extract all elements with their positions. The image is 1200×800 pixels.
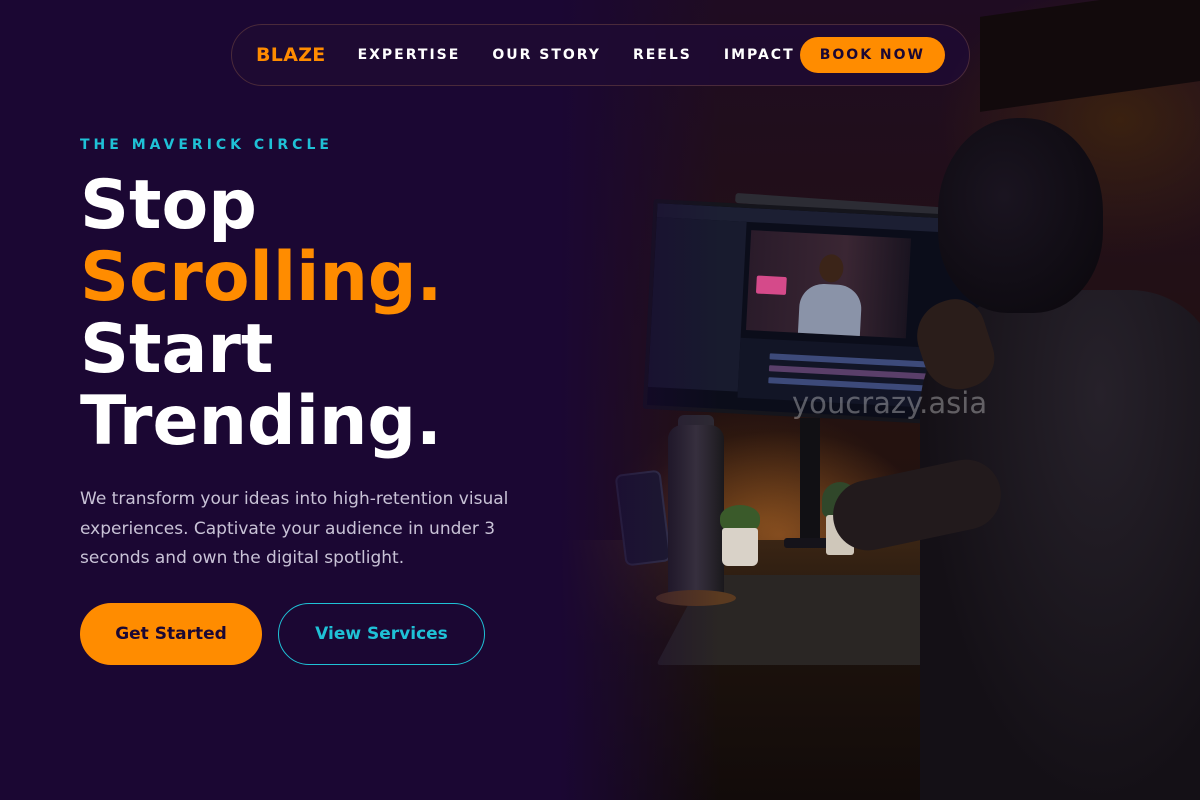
person-head (938, 118, 1103, 313)
monitor-arm (800, 418, 820, 548)
nav-link-our-story[interactable]: OUR STORY (492, 47, 601, 63)
editor-preview (746, 230, 912, 339)
image-fade (560, 0, 720, 800)
hero-eyebrow: THE MAVERICK CIRCLE (80, 137, 333, 153)
preview-person-head (818, 253, 845, 283)
watermark: youcrazy.asia (792, 386, 988, 420)
nav-link-reels[interactable]: REELS (633, 47, 692, 63)
brand-logo[interactable]: BLAZE (256, 44, 326, 66)
view-services-button[interactable]: View Services (278, 603, 485, 665)
nav-link-expertise[interactable]: EXPERTISE (358, 47, 461, 63)
nav-link-impact[interactable]: IMPACT (724, 47, 795, 63)
hero-headline: Stop Scrolling. Start Trending. (80, 170, 442, 458)
headline-line-1: Stop (80, 166, 257, 245)
headline-line-3: Start (80, 310, 274, 389)
navbar: BLAZE EXPERTISE OUR STORY REELS IMPACT B… (231, 24, 970, 86)
preview-neon-sign (755, 275, 787, 296)
hero-image: youcrazy.asia (560, 0, 1200, 800)
preview-person-body (797, 282, 863, 336)
hero-description: We transform your ideas into high-retent… (80, 489, 509, 568)
shelf (980, 0, 1200, 112)
get-started-button[interactable]: Get Started (80, 603, 262, 665)
plant-pot (722, 528, 758, 566)
headline-line-4: Trending. (80, 382, 442, 461)
headline-line-2: Scrolling. (80, 238, 443, 317)
book-now-button[interactable]: BOOK NOW (799, 37, 945, 73)
